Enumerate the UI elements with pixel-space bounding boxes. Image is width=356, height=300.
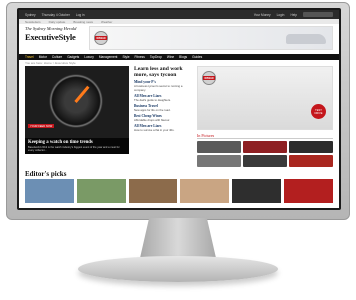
picture-grid: [197, 141, 333, 167]
site-logo[interactable]: The Sydney Morning Herald ExecutiveStyle: [25, 26, 83, 42]
nav-item-travel[interactable]: Travel: [25, 55, 34, 59]
story-desc: The dad's guide to daughters.: [134, 98, 171, 103]
hero-summary: Baselworld 2012 is the watch industry's …: [28, 146, 120, 152]
nav-item-gadgets[interactable]: Gadgets: [67, 55, 79, 59]
list-item: Best Cheap Wines Affordable drops with f…: [134, 114, 192, 122]
nav-item-blogs[interactable]: Blogs: [179, 55, 187, 59]
picture-thumb[interactable]: [197, 141, 241, 153]
topbar-link[interactable]: Your Money: [254, 13, 271, 17]
lead-story-title[interactable]: Learn less and work more, says tycoon: [134, 66, 192, 78]
hero-tag: YOUR FEED NOW: [28, 124, 55, 128]
browser-screen: Sydney Thursday 4 October Log in Your Mo…: [19, 10, 339, 208]
picture-thumb[interactable]: [197, 155, 241, 167]
story-desc: Affordable drops with flavour.: [134, 118, 171, 123]
story-column: Learn less and work more, says tycoon Mi…: [134, 66, 192, 167]
nav-item-topdrop[interactable]: TopDrop: [150, 55, 162, 59]
pick-thumb[interactable]: [180, 179, 230, 203]
story-desc: How to survive a flat in your 40s.: [134, 128, 175, 133]
nav-item-fitness[interactable]: Fitness: [135, 55, 145, 59]
picture-thumb[interactable]: [243, 141, 287, 153]
site-title: ExecutiveStyle: [25, 32, 76, 42]
pick-thumb[interactable]: [76, 179, 126, 203]
editors-picks-heading: Editor's picks: [25, 170, 67, 178]
nissan-logo-icon: NISSAN: [202, 71, 216, 85]
nav-item-guides[interactable]: Guides: [192, 55, 202, 59]
paper-name: The Sydney Morning Herald: [25, 26, 77, 31]
nissan-logo-icon: NISSAN: [94, 31, 108, 45]
list-item: All Men are Liars The dad's guide to dau…: [134, 94, 192, 102]
topbar-link[interactable]: Sydney: [25, 13, 36, 17]
pick-thumb[interactable]: [128, 179, 178, 203]
main-content: YOUR FEED NOW Keeping a watch on time tr…: [19, 66, 339, 167]
topbar-link[interactable]: Login: [277, 13, 285, 17]
test-drive-button[interactable]: TEST DRIVE: [311, 104, 326, 119]
nav-item-management[interactable]: Management: [99, 55, 118, 59]
subbar-link[interactable]: Daily update: [49, 20, 66, 24]
pick-thumb[interactable]: [284, 179, 333, 203]
subbar-link[interactable]: Weather: [101, 20, 112, 24]
pick-thumb[interactable]: [25, 179, 74, 203]
picture-thumb[interactable]: [289, 155, 333, 167]
car-image: [286, 34, 326, 44]
topbar-link: Thursday 4 October: [41, 12, 70, 17]
right-rail: NISSAN TEST DRIVE In Pictures: [197, 66, 333, 167]
monitor-bezel: Sydney Thursday 4 October Log in Your Mo…: [17, 8, 341, 210]
nav-item-style[interactable]: Style: [122, 55, 129, 59]
pick-thumb[interactable]: [232, 179, 282, 203]
search-input[interactable]: [303, 12, 333, 17]
top-banner-ad[interactable]: NISSAN: [89, 26, 333, 50]
nav-item-culture[interactable]: Culture: [52, 55, 62, 59]
subbar-link[interactable]: Breaking news: [73, 20, 93, 24]
topbar-link[interactable]: Log in: [76, 13, 85, 17]
watch-image: [49, 74, 103, 128]
story-desc: New apps for life on the road.: [134, 108, 171, 113]
list-item: Mind your P's A business tycoon's secret…: [134, 80, 192, 92]
in-pictures-heading[interactable]: In Pictures: [197, 133, 333, 139]
nav-item-motor[interactable]: Motor: [39, 55, 47, 59]
picture-thumb[interactable]: [289, 141, 333, 153]
hero-feature[interactable]: YOUR FEED NOW Keeping a watch on time tr…: [25, 66, 129, 154]
hero-caption: Keeping a watch on time trends Baselworl…: [25, 138, 129, 154]
monitor-frame: Sydney Thursday 4 October Log in Your Mo…: [6, 2, 350, 220]
monitor-neck: [140, 218, 216, 258]
utility-bar: Sydney Thursday 4 October Log in Your Mo…: [19, 10, 339, 19]
topbar-link[interactable]: Help: [290, 13, 297, 17]
nav-item-luxury[interactable]: Luxury: [84, 55, 94, 59]
story-desc: A business tycoon's secret to running a …: [134, 84, 183, 93]
hero-title[interactable]: Keeping a watch on time trends: [28, 140, 126, 145]
list-item: Business Travel New apps for life on the…: [134, 104, 192, 112]
monitor-base: [78, 256, 278, 282]
picture-thumb[interactable]: [243, 155, 287, 167]
list-item: All Men are Liars How to survive a flat …: [134, 124, 192, 132]
editors-picks-row: [19, 179, 339, 203]
subbar-link[interactable]: Newsletters: [25, 20, 41, 24]
masthead: The Sydney Morning Herald ExecutiveStyle…: [19, 24, 339, 54]
nav-item-wine[interactable]: Wine: [167, 55, 174, 59]
side-ad[interactable]: NISSAN TEST DRIVE: [197, 66, 333, 130]
